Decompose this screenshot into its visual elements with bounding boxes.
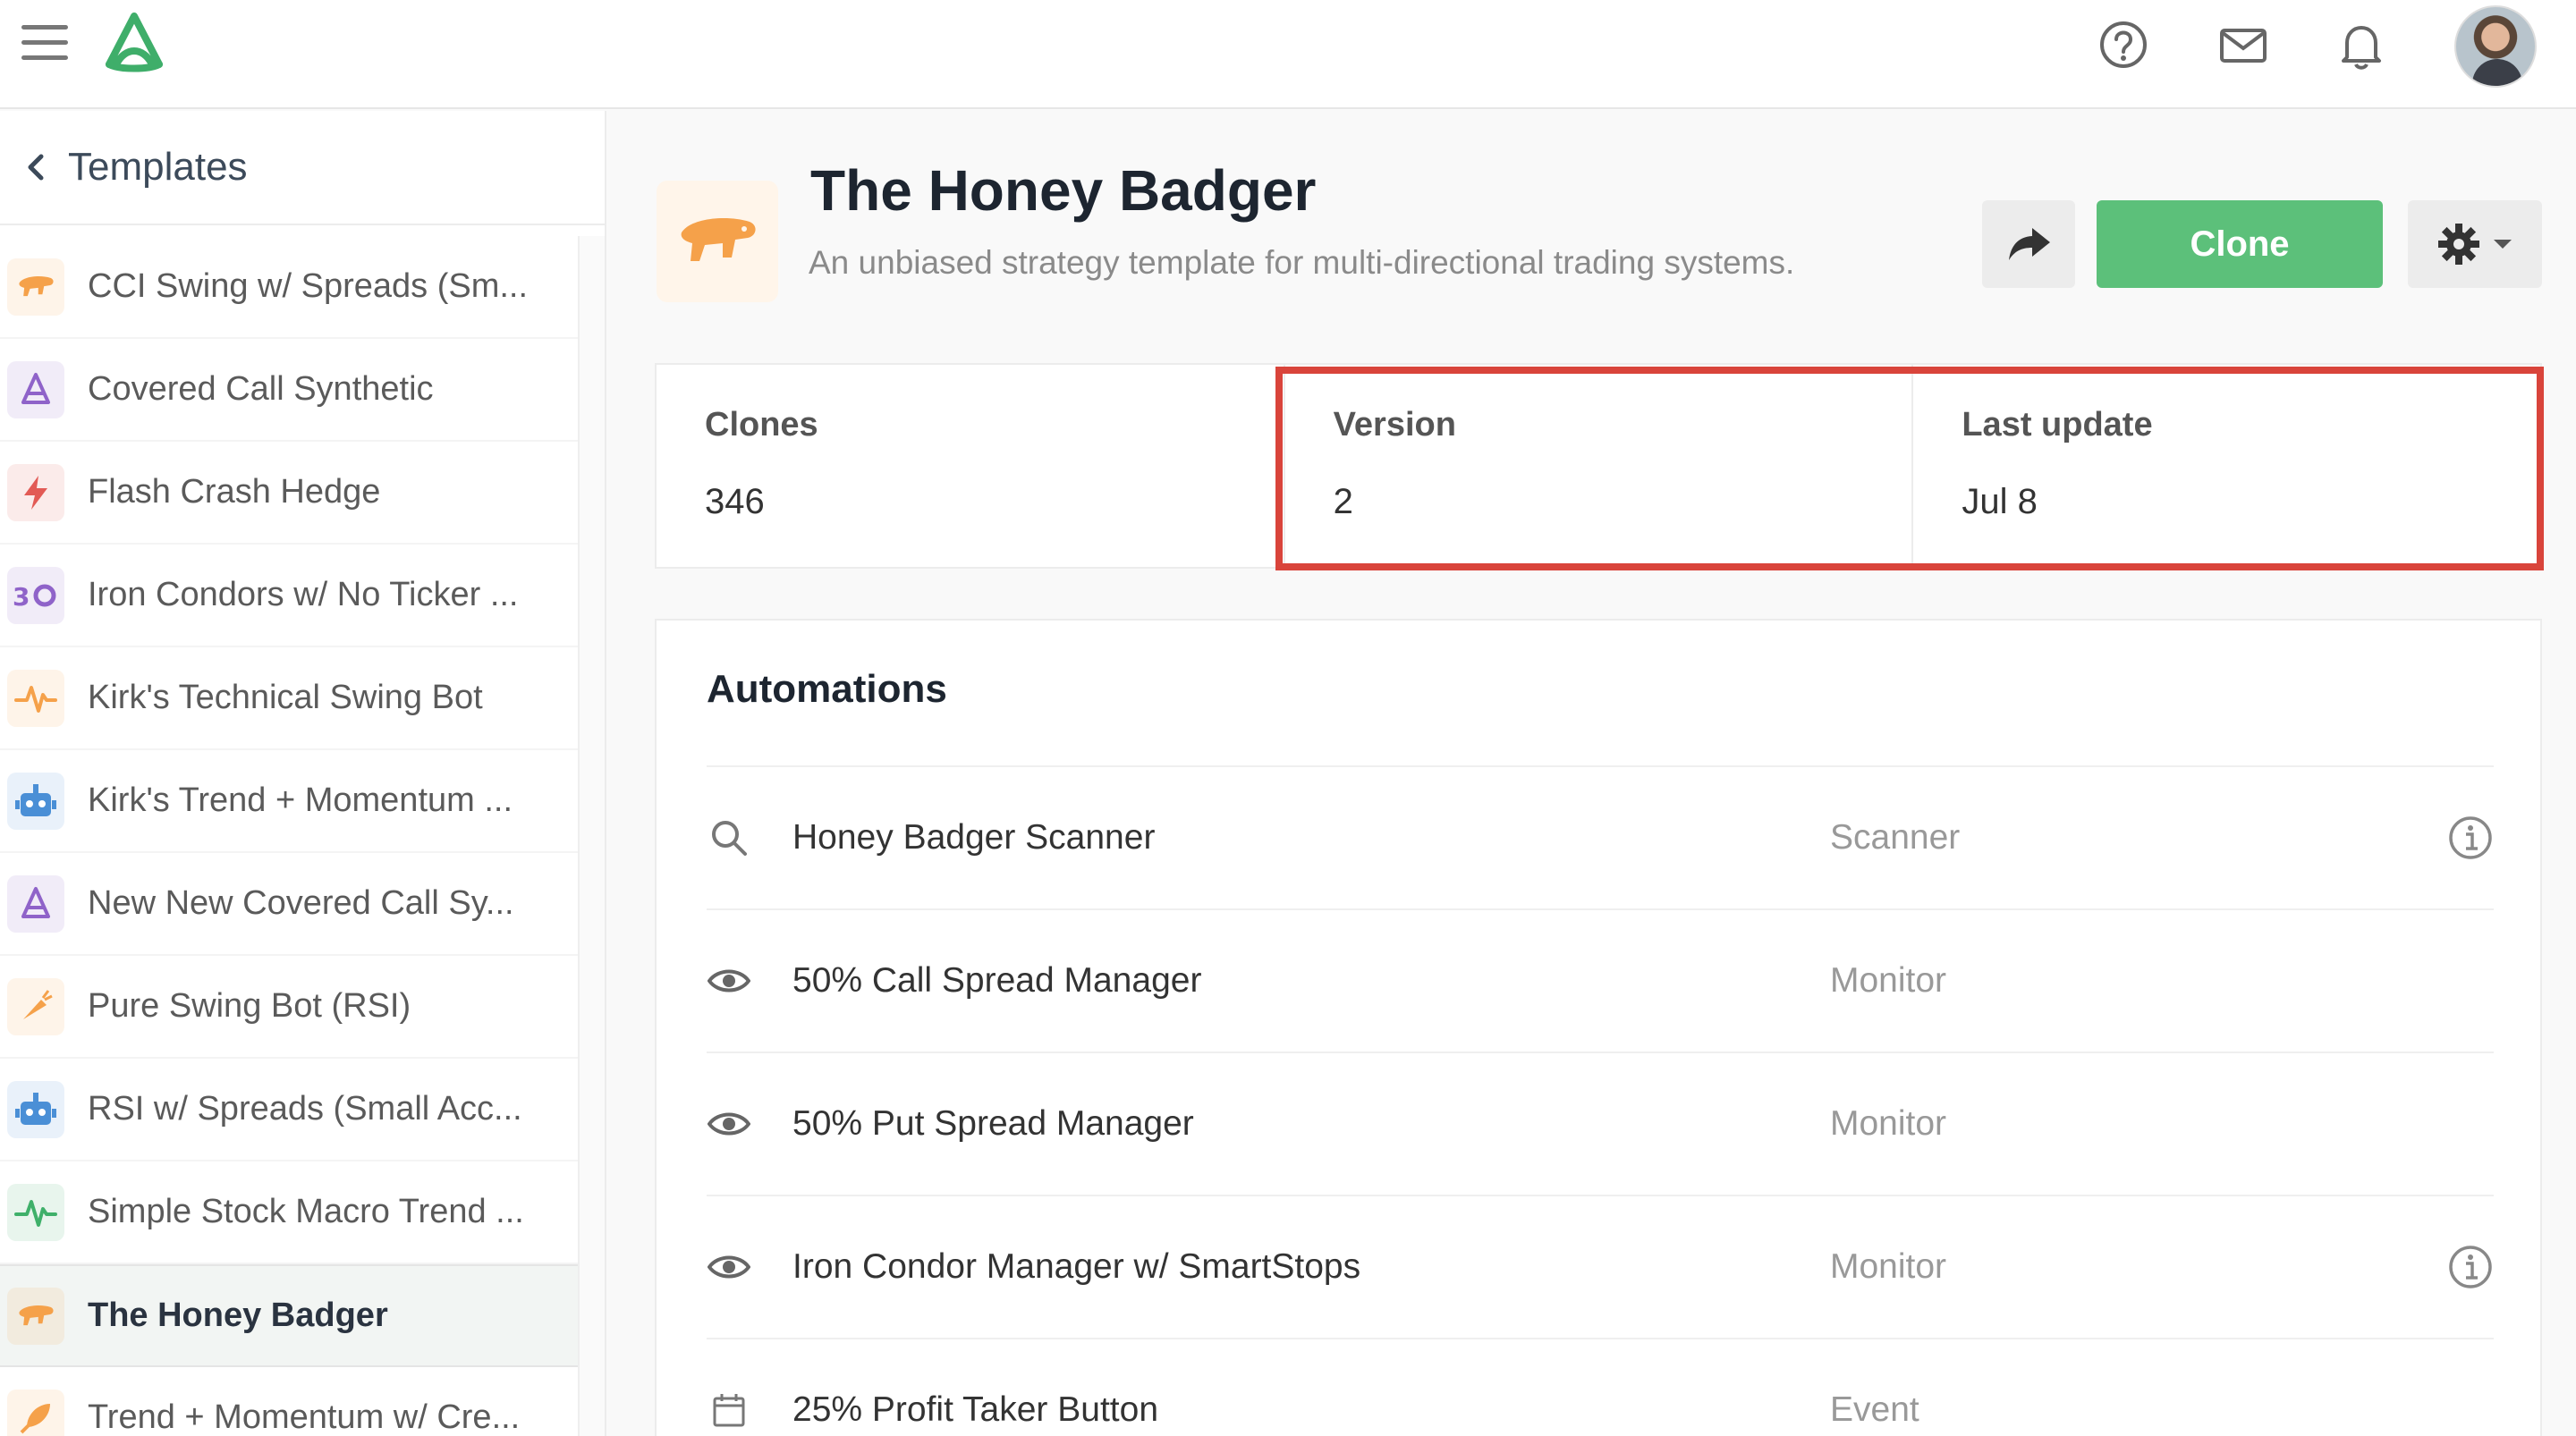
stat-version: Version 2 xyxy=(1285,365,1914,567)
stat-clones: Clones 346 xyxy=(657,365,1285,567)
stat-value: 346 xyxy=(705,482,765,521)
share-button[interactable] xyxy=(1982,200,2075,288)
stat-label: Clones xyxy=(705,406,818,443)
automation-name: 50% Call Spread Manager xyxy=(792,961,1202,1000)
condor-icon: 3 xyxy=(7,566,64,624)
avatar[interactable] xyxy=(2454,5,2537,88)
stat-last-update: Last update Jul 8 xyxy=(1913,365,2540,567)
logo-icon[interactable] xyxy=(98,11,170,75)
automation-row[interactable]: Honey Badger Scanner Scanner xyxy=(707,765,2494,908)
badger-icon xyxy=(657,181,778,302)
pulse-icon xyxy=(7,1183,64,1241)
automations-list: Honey Badger Scanner Scanner 50% Call Spre… xyxy=(707,765,2494,1436)
gear-icon xyxy=(2438,224,2479,265)
sidebar-scrollbar[interactable] xyxy=(578,236,605,1436)
sidebar-item-label: Kirk's Technical Swing Bot xyxy=(88,679,483,716)
top-bar xyxy=(0,0,2576,109)
lightning-icon xyxy=(7,463,64,521)
automation-type: Scanner xyxy=(1830,818,1961,857)
settings-dropdown-button[interactable] xyxy=(2408,200,2542,288)
stat-label: Version xyxy=(1333,406,1456,443)
page-subtitle: An unbiased strategy template for multi-… xyxy=(809,244,1795,281)
automation-name: 50% Put Spread Manager xyxy=(792,1104,1194,1143)
template-list: CCI Swing w/ Spreads (Sm... Covered Call … xyxy=(0,236,580,1436)
sidebar-item[interactable]: Pure Swing Bot (RSI) xyxy=(0,956,580,1059)
info-icon[interactable] xyxy=(2447,1244,2494,1290)
stats-panel: Clones 346 Version 2 Last update Jul 8 xyxy=(655,363,2542,569)
svg-text:3: 3 xyxy=(13,582,30,611)
sidebar: Templates CCI Swing w/ Spreads (Sm... Cov… xyxy=(0,111,606,1436)
sidebar-item[interactable]: Trend + Momentum w/ Cre... xyxy=(0,1367,580,1436)
automation-type: Monitor xyxy=(1830,1104,1947,1143)
automation-name: 25% Profit Taker Button xyxy=(792,1390,1159,1429)
automation-type: Monitor xyxy=(1830,961,1947,1000)
pulse-icon xyxy=(7,669,64,727)
sidebar-item[interactable]: The Honey Badger xyxy=(0,1264,580,1367)
sidebar-item[interactable]: New New Covered Call Sy... xyxy=(0,853,580,956)
eye-icon xyxy=(707,959,751,1003)
menu-icon[interactable] xyxy=(21,25,68,64)
search-icon xyxy=(707,815,751,860)
sidebar-item-label: Kirk's Trend + Momentum ... xyxy=(88,781,513,819)
sidebar-item-label: Iron Condors w/ No Ticker ... xyxy=(88,576,519,613)
stat-label: Last update xyxy=(1962,406,2153,443)
sidebar-item[interactable]: CCI Swing w/ Spreads (Sm... xyxy=(0,236,580,339)
sidebar-item-label: Covered Call Synthetic xyxy=(88,370,434,408)
page-title: The Honey Badger xyxy=(810,158,1317,223)
robot-icon xyxy=(7,1080,64,1138)
sidebar-item-label: Trend + Momentum w/ Cre... xyxy=(88,1398,521,1436)
sidebar-item[interactable]: RSI w/ Spreads (Small Acc... xyxy=(0,1059,580,1161)
help-icon[interactable] xyxy=(2097,18,2150,72)
sidebar-item[interactable]: Kirk's Trend + Momentum ... xyxy=(0,750,580,853)
sidebar-title: Templates xyxy=(68,145,248,189)
automations-title: Automations xyxy=(707,667,947,711)
automations-panel: Automations Honey Badger Scanner Scanner 5… xyxy=(655,619,2542,1436)
eye-icon xyxy=(707,1102,751,1146)
carrot-icon xyxy=(7,977,64,1035)
back-to-templates[interactable]: Templates xyxy=(0,111,605,225)
calendar-icon xyxy=(707,1388,751,1432)
badger-icon xyxy=(7,258,64,316)
automation-name: Iron Condor Manager w/ SmartStops xyxy=(792,1247,1361,1286)
sidebar-item-label: RSI w/ Spreads (Small Acc... xyxy=(88,1090,522,1128)
automation-row[interactable]: 50% Call Spread Manager Monitor xyxy=(707,908,2494,1052)
sidebar-item-label: Flash Crash Hedge xyxy=(88,473,381,511)
automation-name: Honey Badger Scanner xyxy=(792,818,1156,857)
sidebar-item-label: The Honey Badger xyxy=(88,1297,388,1334)
sidebar-item[interactable]: Flash Crash Hedge xyxy=(0,442,580,545)
sidebar-item[interactable]: Kirk's Technical Swing Bot xyxy=(0,647,580,750)
stat-value: 2 xyxy=(1333,482,1353,521)
automation-row[interactable]: 25% Profit Taker Button Event xyxy=(707,1338,2494,1436)
automation-row[interactable]: Iron Condor Manager w/ SmartStops Monitor xyxy=(707,1195,2494,1338)
clone-button[interactable]: Clone xyxy=(2097,200,2383,288)
automation-type: Monitor xyxy=(1830,1247,1947,1286)
sidebar-item-label: Simple Stock Macro Trend ... xyxy=(88,1193,524,1230)
wizard-icon xyxy=(7,360,64,418)
sidebar-item[interactable]: Simple Stock Macro Trend ... xyxy=(0,1161,580,1264)
robot-icon xyxy=(7,772,64,830)
automation-type: Event xyxy=(1830,1390,1919,1429)
share-icon xyxy=(2009,228,2050,260)
caret-down-icon xyxy=(2494,240,2512,249)
eye-icon xyxy=(707,1245,751,1289)
sidebar-item[interactable]: 3 Iron Condors w/ No Ticker ... xyxy=(0,545,580,647)
badger-icon xyxy=(7,1287,64,1345)
automation-row[interactable]: 50% Put Spread Manager Monitor xyxy=(707,1052,2494,1195)
sidebar-item-label: New New Covered Call Sy... xyxy=(88,884,514,922)
stat-value: Jul 8 xyxy=(1962,482,2038,521)
chevron-left-icon xyxy=(25,149,52,185)
bell-icon[interactable] xyxy=(2334,18,2388,72)
rocket-icon xyxy=(7,1389,64,1436)
sidebar-item-label: CCI Swing w/ Spreads (Sm... xyxy=(88,267,529,305)
main-content: The Honey Badger An unbiased strategy te… xyxy=(608,111,2576,1436)
sidebar-item[interactable]: Covered Call Synthetic xyxy=(0,339,580,442)
info-icon[interactable] xyxy=(2447,815,2494,861)
mail-icon[interactable] xyxy=(2216,18,2270,72)
wizard-icon xyxy=(7,874,64,933)
sidebar-item-label: Pure Swing Bot (RSI) xyxy=(88,987,411,1025)
